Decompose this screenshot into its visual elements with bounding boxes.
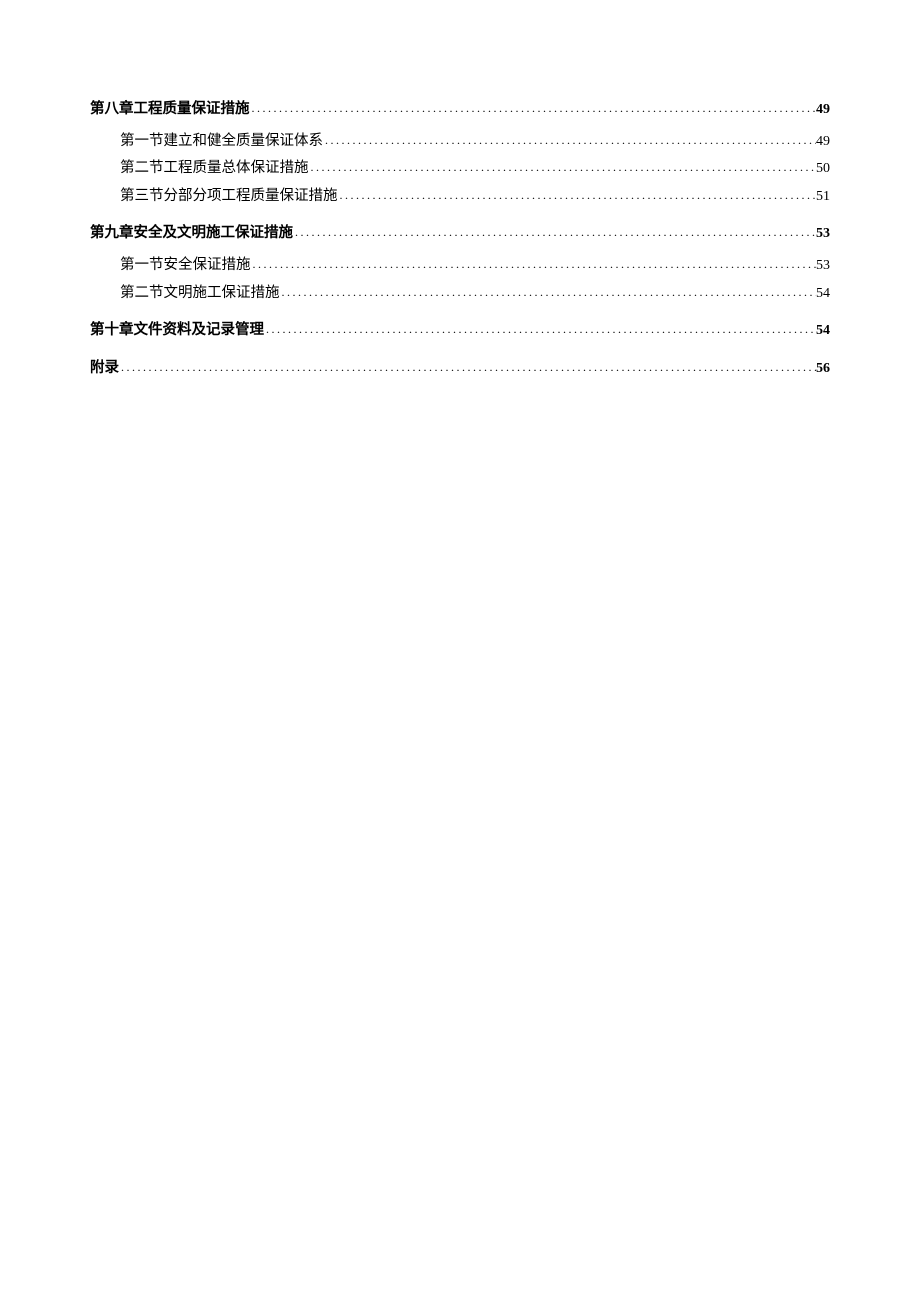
toc-entry-section-8-2: 第二节工程质量总体保证措施 50	[90, 155, 830, 183]
toc-title: 第二节文明施工保证措施	[120, 280, 280, 308]
toc-title: 第一节建立和健全质量保证体系	[120, 128, 323, 156]
toc-entry-section-8-3: 第三节分部分项工程质量保证措施 51	[90, 183, 830, 211]
toc-title: 第一节安全保证措施	[120, 252, 251, 280]
toc-entry-section-9-2: 第二节文明施工保证措施 54	[90, 280, 830, 308]
toc-title: 第九章安全及文明施工保证措施	[90, 220, 293, 248]
toc-page: 54	[816, 281, 830, 308]
toc-entry-appendix: 附录 56	[90, 355, 830, 383]
toc-title: 第八章工程质量保证措施	[90, 96, 250, 124]
toc-title: 第三节分部分项工程质量保证措施	[120, 183, 338, 211]
toc-page: 49	[816, 129, 830, 156]
toc-page: 49	[816, 97, 830, 124]
toc-dots	[309, 156, 817, 179]
toc-page: 53	[816, 253, 830, 280]
toc-group-chapter-8: 第一节建立和健全质量保证体系 49 第二节工程质量总体保证措施 50 第三节分部…	[90, 128, 830, 211]
toc-entry-chapter-10: 第十章文件资料及记录管理 54	[90, 317, 830, 345]
toc-title: 第二节工程质量总体保证措施	[120, 155, 309, 183]
toc-page: 56	[816, 356, 830, 383]
toc-page: 54	[816, 318, 830, 345]
toc-entry-chapter-8: 第八章工程质量保证措施 49	[90, 96, 830, 124]
toc-container: 第八章工程质量保证措施 49 第一节建立和健全质量保证体系 49 第二节工程质量…	[90, 96, 830, 382]
toc-dots	[280, 281, 817, 304]
toc-title: 附录	[90, 355, 119, 383]
toc-dots	[250, 97, 817, 120]
toc-dots	[119, 356, 816, 379]
toc-entry-section-8-1: 第一节建立和健全质量保证体系 49	[90, 128, 830, 156]
toc-dots	[251, 253, 817, 276]
toc-page: 51	[816, 184, 830, 211]
toc-group-chapter-9: 第一节安全保证措施 53 第二节文明施工保证措施 54	[90, 252, 830, 307]
toc-page: 50	[816, 156, 830, 183]
toc-entry-chapter-9: 第九章安全及文明施工保证措施 53	[90, 220, 830, 248]
toc-title: 第十章文件资料及记录管理	[90, 317, 264, 345]
toc-entry-section-9-1: 第一节安全保证措施 53	[90, 252, 830, 280]
toc-dots	[338, 184, 817, 207]
toc-dots	[293, 221, 816, 244]
toc-dots	[323, 129, 816, 152]
toc-dots	[264, 318, 816, 341]
toc-page: 53	[816, 221, 830, 248]
